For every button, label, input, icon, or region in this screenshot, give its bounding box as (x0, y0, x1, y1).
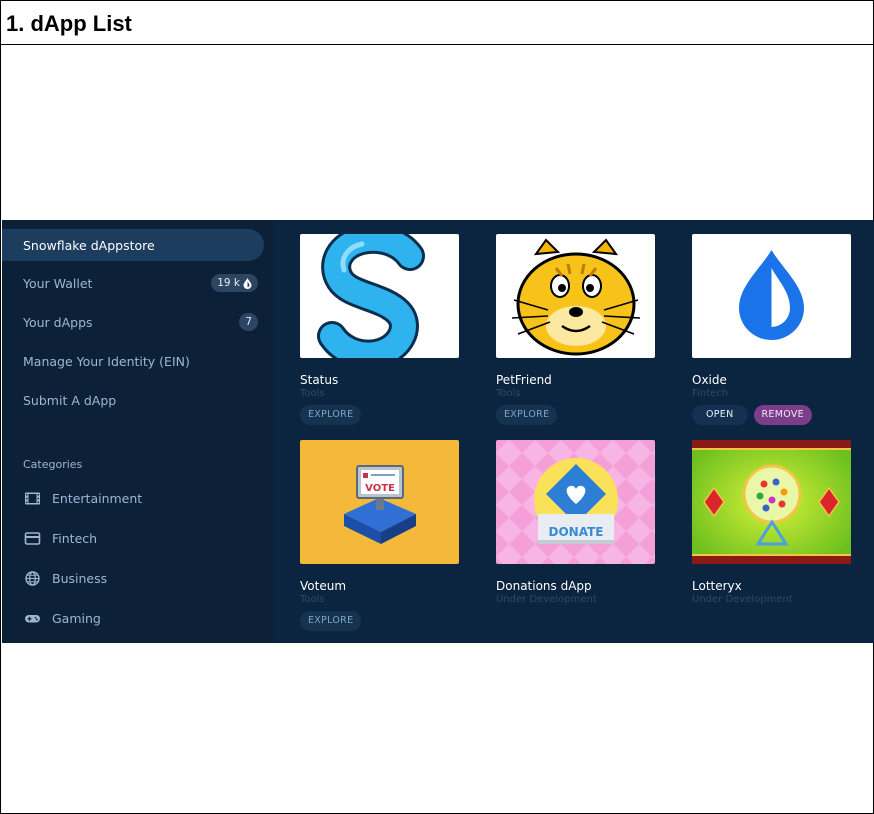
dapp-thumbnail[interactable] (300, 234, 459, 358)
film-icon (25, 492, 40, 504)
sidebar-item-your-dapps[interactable]: Your dApps 7 (2, 306, 264, 338)
dapp-card-voteum[interactable]: VOTE Voteum Tools EXPLORE (300, 440, 459, 631)
sidebar-item-label: Your Wallet (23, 275, 93, 291)
gamepad-icon (25, 614, 40, 622)
dapp-category: Fintech (692, 388, 729, 399)
document-frame: 1. dApp List Snowflake dAppstore Your Wa… (0, 0, 874, 814)
dapp-title: Status (300, 373, 339, 387)
sidebar: Snowflake dAppstore Your Wallet 19 k You… (2, 220, 275, 643)
vote-text: VOTE (365, 483, 395, 494)
open-button[interactable]: OPEN (692, 405, 748, 425)
sidebar-item-label: Submit A dApp (23, 392, 117, 408)
remove-button[interactable]: REMOVE (753, 405, 812, 425)
vote-booth-icon: VOTE (300, 440, 459, 564)
dapp-title: PetFriend (496, 373, 552, 387)
explore-button[interactable]: EXPLORE (300, 405, 362, 425)
donate-box-icon: DONATE (496, 440, 655, 564)
sidebar-item-label: Manage Your Identity (EIN) (23, 353, 190, 369)
dapp-category: Tools (300, 594, 325, 605)
categories-heading: Categories (23, 458, 83, 471)
dapp-category: Tools (300, 388, 325, 399)
dapp-category: Tools (496, 388, 521, 399)
dapp-card-status[interactable]: Status Tools EXPLORE (300, 234, 459, 425)
category-gaming[interactable]: Gaming (2, 605, 264, 631)
oxide-drop-icon (692, 234, 851, 358)
dapp-title: Oxide (692, 373, 727, 387)
explore-button[interactable]: EXPLORE (496, 405, 558, 425)
category-entertainment[interactable]: Entertainment (2, 485, 264, 511)
dapp-card-petfriend[interactable]: PetFriend Tools EXPLORE (496, 234, 655, 425)
sidebar-item-snowflake-dappstore[interactable]: Snowflake dAppstore (2, 229, 264, 261)
status-logo-icon (300, 234, 459, 358)
sidebar-item-label: Your dApps (23, 314, 93, 330)
category-business[interactable]: Business (2, 565, 264, 591)
dapp-title: Voteum (300, 579, 347, 593)
dapp-title: Lotteryx (692, 579, 742, 593)
globe-icon (25, 570, 40, 586)
sidebar-item-manage-identity[interactable]: Manage Your Identity (EIN) (2, 345, 264, 377)
dapp-category: Under Development (496, 594, 597, 605)
wallet-balance-badge: 19 k (211, 274, 258, 292)
sidebar-item-label: Snowflake dAppstore (23, 237, 155, 253)
dapp-thumbnail[interactable]: DONATE (496, 440, 655, 564)
credit-card-icon (24, 531, 41, 545)
drop-icon (243, 277, 252, 289)
hamster-logo-icon (496, 234, 655, 358)
dapp-thumbnail[interactable] (496, 234, 655, 358)
dapp-thumbnail[interactable] (692, 440, 851, 564)
dapp-category: Under Development (692, 594, 793, 605)
document-title: 1. dApp List (1, 1, 873, 45)
sidebar-item-your-wallet[interactable]: Your Wallet 19 k (2, 267, 264, 299)
dapp-title: Donations dApp (496, 579, 592, 593)
dapp-thumbnail[interactable] (692, 234, 851, 358)
dapp-card-oxide[interactable]: Oxide Fintech OPEN REMOVE (692, 234, 851, 425)
lottery-wheel-icon (692, 440, 851, 564)
explore-button[interactable]: EXPLORE (300, 611, 362, 631)
dapp-card-donations[interactable]: DONATE Donations dApp Under Development (496, 440, 655, 605)
dappstore-app: Snowflake dAppstore Your Wallet 19 k You… (2, 220, 874, 643)
dapp-thumbnail[interactable]: VOTE (300, 440, 459, 564)
dapp-card-lotteryx[interactable]: Lotteryx Under Development (692, 440, 851, 605)
sidebar-item-submit-dapp[interactable]: Submit A dApp (2, 384, 264, 416)
category-fintech[interactable]: Fintech (2, 525, 264, 551)
dapps-count-badge: 7 (239, 313, 258, 331)
donate-text: DONATE (549, 525, 604, 539)
